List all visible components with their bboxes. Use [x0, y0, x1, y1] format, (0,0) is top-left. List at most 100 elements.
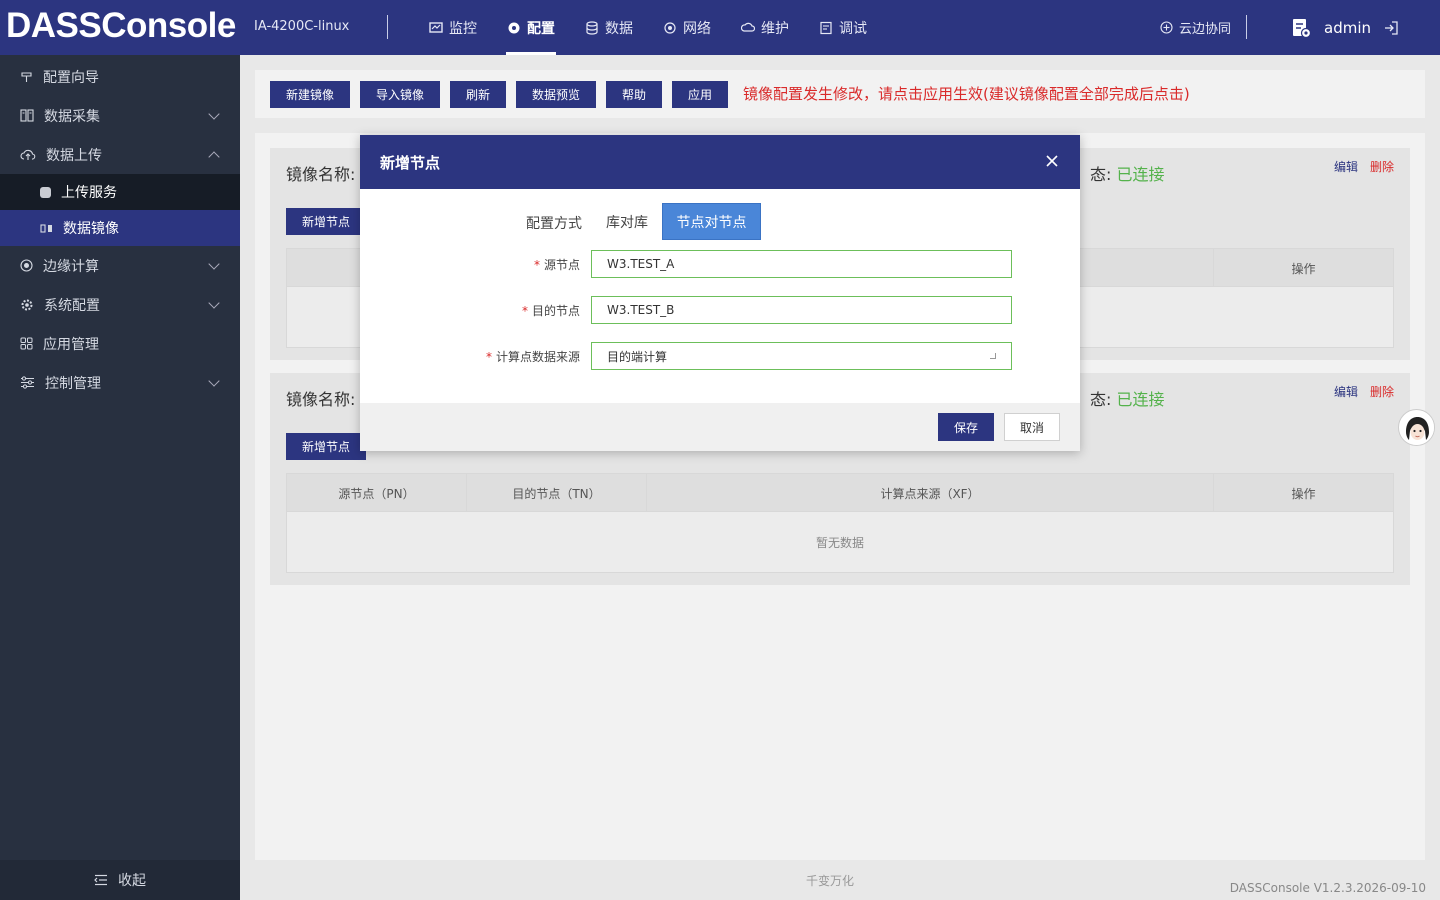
column-actions: 操作 — [1291, 486, 1316, 501]
required-mark: * — [533, 258, 540, 272]
sidebar-item-label: 边缘计算 — [43, 258, 99, 275]
sidebar-item-label: 系统配置 — [44, 297, 100, 314]
debug-icon — [820, 21, 832, 34]
nav-label: 配置 — [527, 20, 555, 37]
node-table: 源节点（PN） 目的节点（TN） 计算点来源（XF） 操作 暂无数据 — [286, 473, 1394, 573]
chevron-down-icon — [208, 375, 220, 387]
network-icon — [664, 21, 676, 34]
close-icon[interactable] — [1044, 153, 1060, 169]
control-sliders-icon — [21, 376, 34, 389]
sidebar-item-label: 控制管理 — [45, 375, 101, 392]
nav-debug[interactable]: 调试 — [804, 0, 882, 55]
refresh-button[interactable]: 刷新 — [450, 81, 506, 108]
apply-button[interactable]: 应用 — [672, 81, 728, 108]
source-node-input[interactable] — [591, 250, 1012, 278]
sidebar-item-collect[interactable]: 数据采集 — [0, 96, 240, 135]
edit-link[interactable]: 编辑 — [1334, 158, 1358, 175]
chevron-down-icon — [208, 108, 220, 120]
sidebar-item-system[interactable]: 系统配置 — [0, 285, 240, 324]
sidebar-collapse-button[interactable]: 收起 — [0, 860, 240, 900]
cloud-sync-label: 云边协同 — [1179, 22, 1232, 37]
delete-link[interactable]: 删除 — [1370, 383, 1394, 400]
tab-node-to-node[interactable]: 节点对节点 — [662, 203, 761, 240]
mirror-name-label: 镜像名称: — [286, 165, 356, 184]
sidebar-item-wizard[interactable]: 配置向导 — [0, 57, 240, 96]
username: admin — [1324, 18, 1371, 37]
header-divider — [1246, 15, 1247, 39]
nav-label: 网络 — [683, 20, 711, 37]
chevron-down-icon — [208, 297, 220, 309]
cancel-button[interactable]: 取消 — [1004, 413, 1060, 441]
nav-monitor[interactable]: 监控 — [414, 0, 492, 55]
mirror-name-label: 镜像名称: — [286, 390, 356, 409]
status-badge: 已连接 — [1116, 165, 1165, 184]
add-node-dialog: 新增节点 配置方式 库对库 节点对节点 *源节点 *目的节点 *计算点数据来源 … — [360, 135, 1080, 451]
required-mark: * — [521, 304, 528, 318]
cloud-sync-icon — [1160, 21, 1173, 34]
apply-notice: 镜像配置发生修改，请点击应用生效(建议镜像配置全部完成后点击) — [743, 85, 1190, 103]
table-header: 源节点（PN） 目的节点（TN） 计算点来源（XF） 操作 — [287, 474, 1393, 512]
nav-label: 数据 — [605, 20, 633, 37]
nav-maintain[interactable]: 维护 — [726, 0, 804, 55]
user-doc-icon — [1293, 18, 1312, 38]
target-node-label-text: 目的节点 — [531, 304, 580, 318]
sidebar-subitem-label: 上传服务 — [61, 185, 117, 201]
user-area[interactable]: admin — [1290, 0, 1399, 55]
import-mirror-button[interactable]: 导入镜像 — [360, 81, 440, 108]
sidebar-item-apps[interactable]: 应用管理 — [0, 324, 240, 363]
version-label: DASSConsole V1.2.3.2026-09-10 — [1229, 881, 1426, 895]
delete-link[interactable]: 删除 — [1370, 158, 1394, 175]
nav-label: 维护 — [761, 20, 789, 37]
nav-network[interactable]: 网络 — [648, 0, 726, 55]
menu-fold-icon — [94, 874, 107, 886]
status-badge: 已连接 — [1116, 390, 1165, 409]
sidebar-item-edge[interactable]: 边缘计算 — [0, 246, 240, 285]
mirror-icon — [40, 223, 52, 233]
collapse-label: 收起 — [118, 873, 146, 889]
new-mirror-button[interactable]: 新建镜像 — [270, 81, 350, 108]
dialog-header: 新增节点 — [360, 135, 1080, 189]
status-label: 态: — [1090, 390, 1112, 409]
database-icon — [586, 20, 598, 35]
upload-service-icon — [40, 186, 51, 198]
help-button[interactable]: 帮助 — [606, 81, 662, 108]
source-node-label-text: 源节点 — [543, 258, 580, 272]
card-actions: 编辑 删除 — [1334, 158, 1394, 175]
sidebar-subitem-upload-service[interactable]: 上传服务 — [0, 174, 240, 210]
logout-icon[interactable] — [1383, 20, 1399, 36]
nav-label: 监控 — [449, 20, 477, 37]
gear-icon — [21, 299, 33, 310]
data-preview-button[interactable]: 数据预览 — [516, 81, 596, 108]
source-node-label: * 源节点 — [534, 256, 580, 273]
target-node-input[interactable] — [591, 296, 1012, 324]
tab-db-to-db[interactable]: 库对库 — [596, 203, 658, 240]
select-resize-icon — [990, 353, 996, 359]
sidebar-subitem-data-mirror[interactable]: 数据镜像 — [0, 210, 240, 246]
config-mode-label: 配置方式 — [526, 216, 582, 232]
add-node-button[interactable]: 新增节点 — [286, 208, 366, 235]
calc-source-select[interactable]: 目的端计算 — [591, 342, 1012, 370]
header-divider — [387, 15, 388, 39]
sidebar: 配置向导 数据采集 数据上传 上传服务 数据镜像 边缘计算 系统配置 应用管理 … — [0, 55, 240, 900]
sidebar-item-control[interactable]: 控制管理 — [0, 363, 240, 402]
add-node-button[interactable]: 新增节点 — [286, 433, 366, 460]
edit-link[interactable]: 编辑 — [1334, 383, 1358, 400]
nav-data[interactable]: 数据 — [570, 0, 648, 55]
assistant-avatar[interactable] — [1398, 409, 1435, 446]
column-actions: 操作 — [1291, 261, 1316, 276]
dialog-title: 新增节点 — [380, 153, 441, 172]
connection-status: 态: 已连接 — [1090, 386, 1165, 410]
column-calc-source: 计算点来源（XF） — [647, 474, 1214, 512]
save-button[interactable]: 保存 — [938, 413, 994, 441]
nav-config[interactable]: 配置 — [492, 0, 570, 55]
target-node-label: * 目的节点 — [522, 302, 580, 319]
sidebar-item-label: 配置向导 — [43, 69, 99, 86]
cloud-sync[interactable]: 云边协同 — [1160, 0, 1231, 55]
maintain-icon — [741, 22, 755, 32]
sidebar-item-upload[interactable]: 数据上传 — [0, 135, 240, 174]
status-label: 态: — [1090, 165, 1112, 184]
brand-logo: DASSConsole — [6, 6, 236, 45]
wizard-icon — [21, 72, 32, 82]
calc-source-label: * 计算点数据来源 — [486, 348, 580, 365]
toolbar: 新建镜像 导入镜像 刷新 数据预览 帮助 应用 镜像配置发生修改，请点击应用生效… — [255, 70, 1425, 118]
